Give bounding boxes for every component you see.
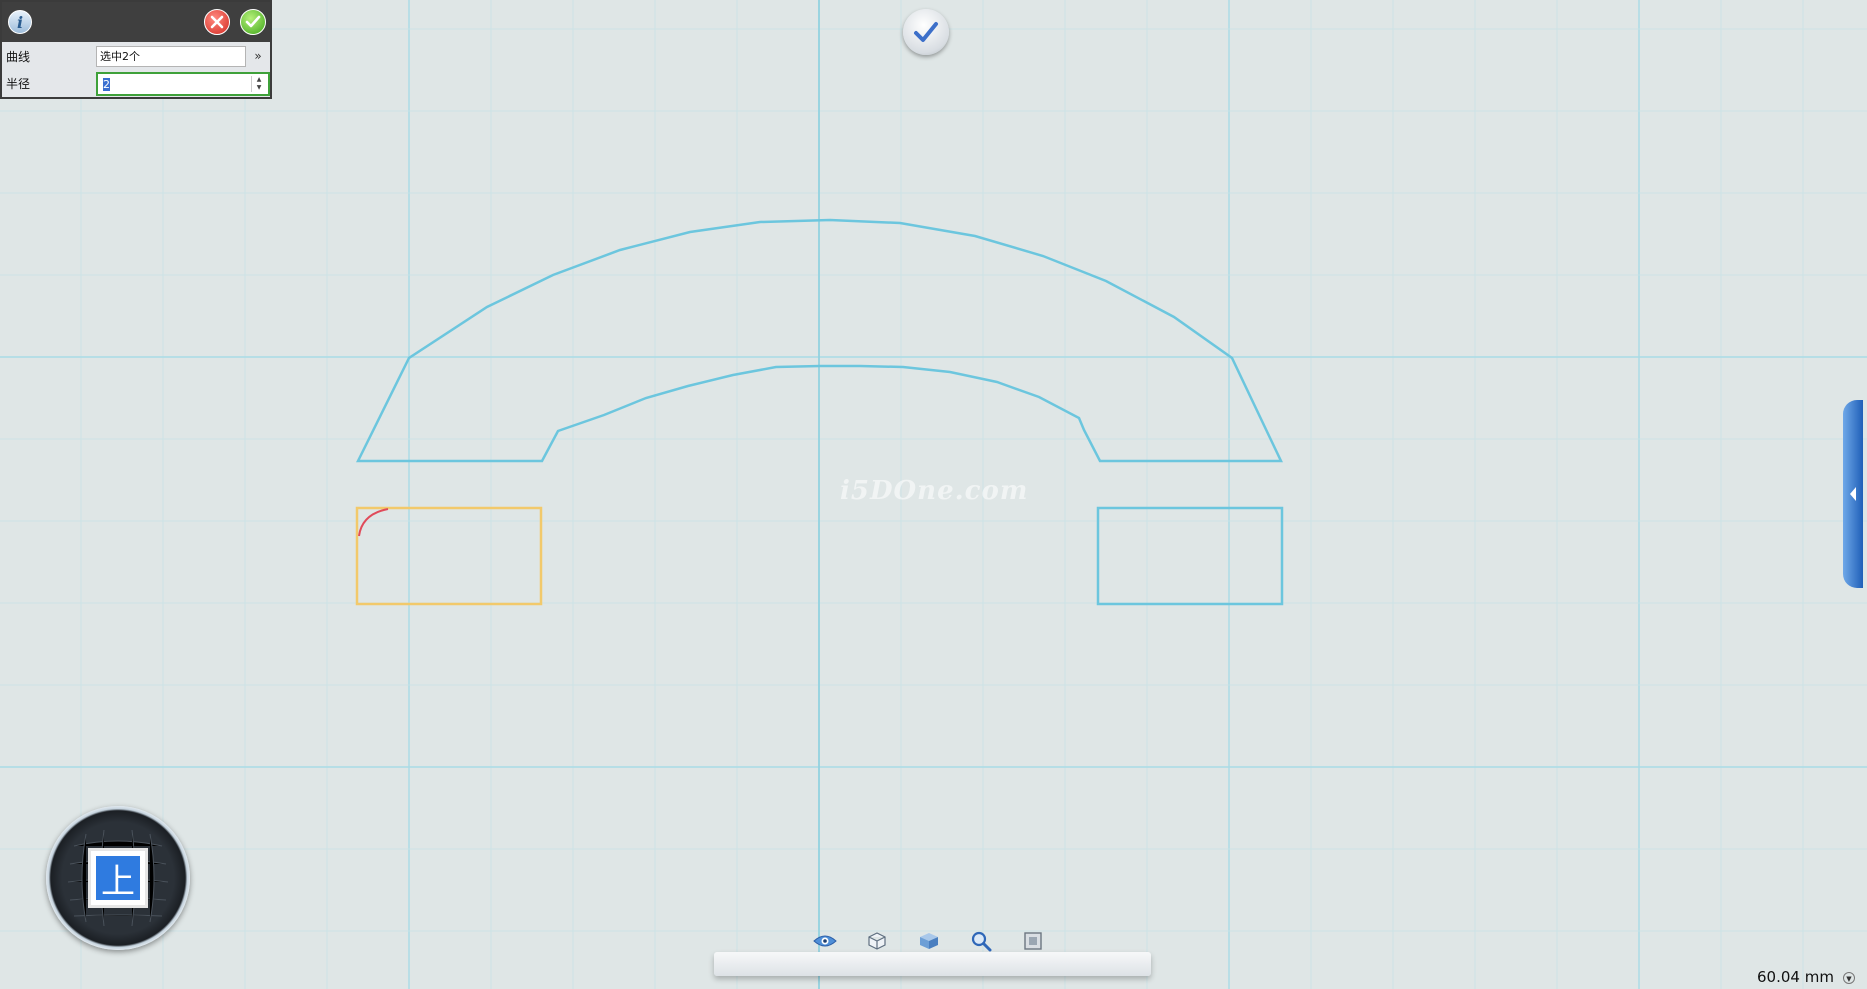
cube-face-label: 上 xyxy=(96,856,140,902)
panel-header: i xyxy=(2,2,270,42)
cube-top-face[interactable]: 上 xyxy=(88,848,148,908)
close-icon xyxy=(210,15,224,29)
visibility-button[interactable] xyxy=(812,928,838,954)
sketch-geometry[interactable] xyxy=(0,0,1867,989)
info-icon[interactable]: i xyxy=(8,10,32,34)
confirm-button[interactable] xyxy=(240,9,266,35)
side-panel-toggle[interactable] xyxy=(1843,400,1863,588)
radius-label: 半径 xyxy=(6,77,31,91)
fit-view-button[interactable] xyxy=(1020,928,1046,954)
radius-row: 半径 ▲ ▼ xyxy=(2,71,270,96)
spin-down-icon[interactable]: ▼ xyxy=(252,84,266,92)
fillet-preview-arc xyxy=(358,508,389,537)
cancel-button[interactable] xyxy=(204,9,230,35)
shaded-button[interactable] xyxy=(916,928,942,954)
right-ear-rect[interactable] xyxy=(1096,506,1284,606)
radius-input[interactable] xyxy=(100,76,253,92)
curve-row: 曲线 选中2个 » xyxy=(2,44,270,68)
chevron-down-icon[interactable]: ▼ xyxy=(1843,972,1855,984)
wireframe-button[interactable] xyxy=(864,928,890,954)
curve-selection-field[interactable]: 选中2个 xyxy=(96,46,246,67)
check-icon xyxy=(914,22,938,42)
eye-icon xyxy=(813,935,837,947)
scale-readout: 60.04 mm xyxy=(1757,968,1834,986)
view-cube[interactable]: 上 xyxy=(46,806,190,950)
cube-wire-icon xyxy=(868,932,886,950)
finish-sketch-button[interactable] xyxy=(903,9,949,55)
left-ear-rect[interactable] xyxy=(355,506,543,606)
magnifier-icon xyxy=(971,931,992,952)
chevron-left-icon xyxy=(1850,487,1856,501)
expand-icon[interactable]: » xyxy=(250,46,266,66)
curve-label: 曲线 xyxy=(6,50,31,64)
spin-up-icon[interactable]: ▲ xyxy=(252,76,266,84)
radius-field[interactable]: ▲ ▼ xyxy=(96,72,270,96)
cube-solid-icon xyxy=(920,933,938,949)
sketch-viewport[interactable]: i5DOne.com xyxy=(0,0,1867,989)
view-toolbar xyxy=(812,928,1046,954)
check-icon xyxy=(245,15,261,28)
radius-spinner[interactable]: ▲ ▼ xyxy=(251,76,266,92)
toolbar-shelf xyxy=(714,952,1151,976)
fit-view-icon xyxy=(1024,932,1042,950)
zoom-button[interactable] xyxy=(968,928,994,954)
handset-outer-curve[interactable] xyxy=(355,218,1283,463)
fillet-property-panel: i 曲线 选中2个 » 半径 ▲ ▼ xyxy=(0,0,272,99)
